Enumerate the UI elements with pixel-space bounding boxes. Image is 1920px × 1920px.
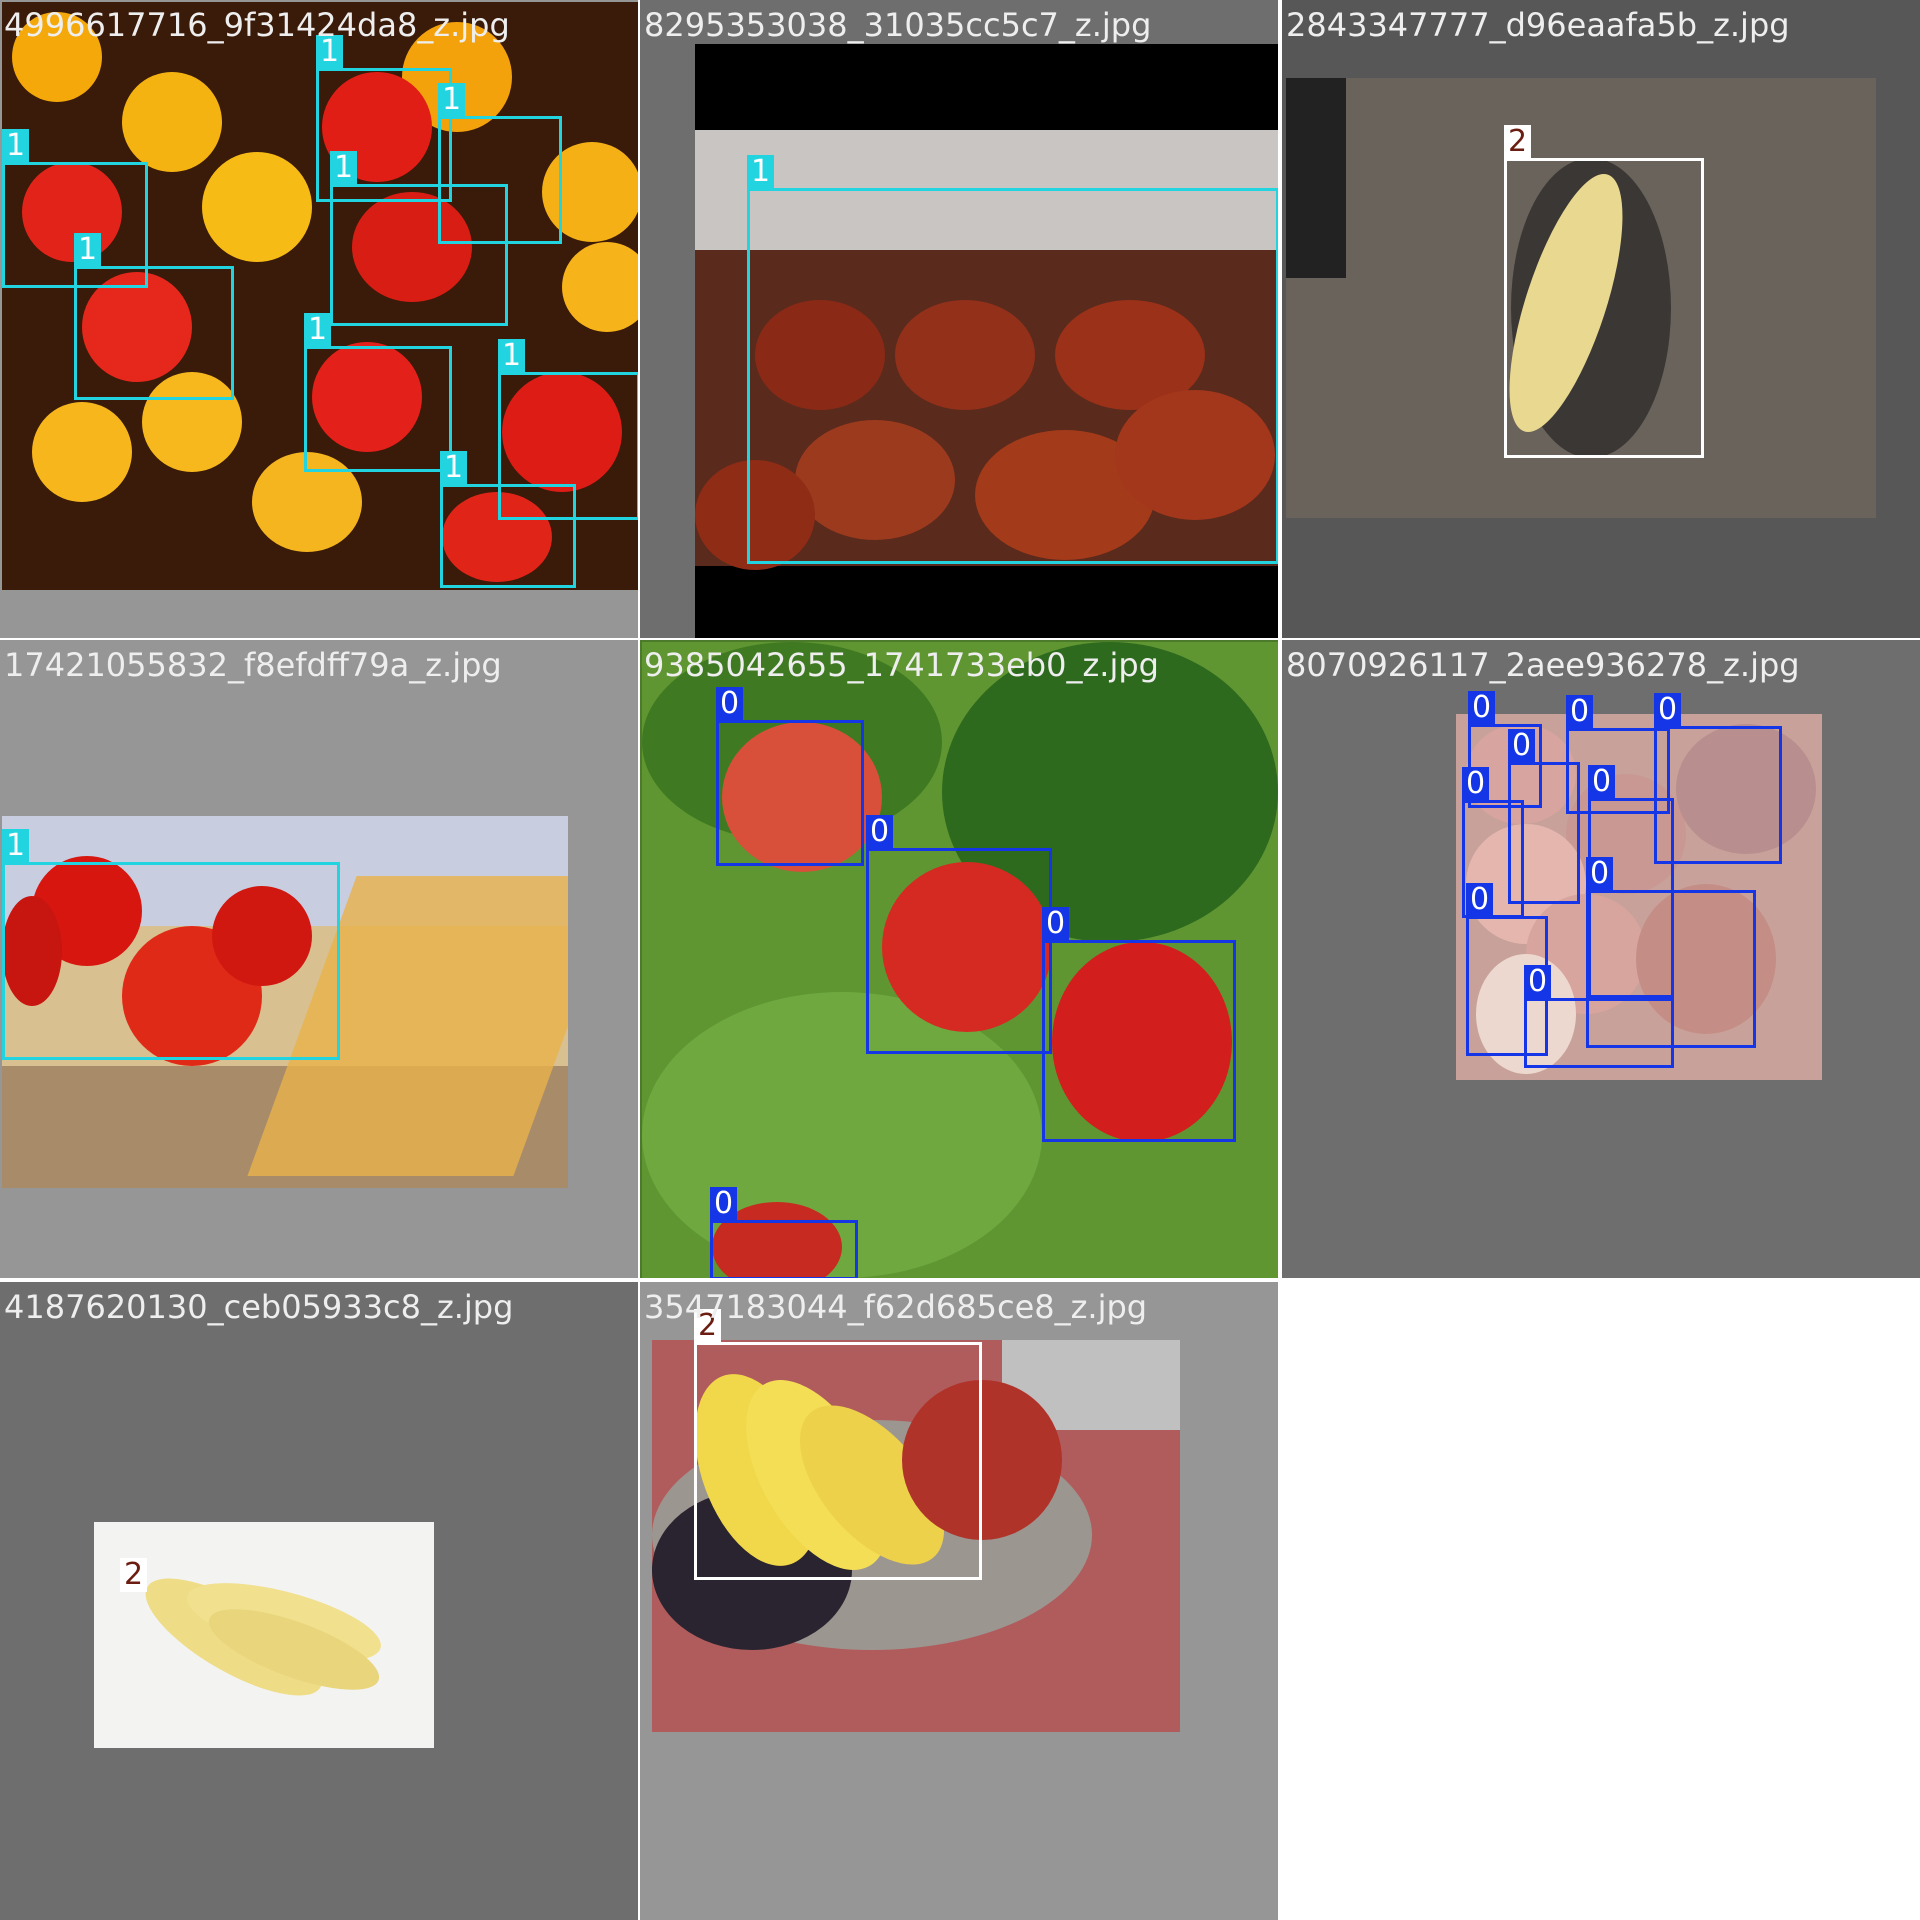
class-label: 2 bbox=[1504, 125, 1532, 159]
detection-box: 1 bbox=[440, 451, 576, 588]
class-label: 0 bbox=[1508, 729, 1536, 763]
class-label: 0 bbox=[716, 687, 744, 721]
class-label: 0 bbox=[866, 815, 894, 849]
detection-box: 0 bbox=[1588, 765, 1674, 998]
detection-box: 2 bbox=[694, 1309, 982, 1580]
image-filename: 17421055832_f8efdff79a_z.jpg bbox=[4, 646, 502, 684]
detection-box: 0 bbox=[1524, 965, 1674, 1068]
detection-box: 1 bbox=[74, 233, 234, 400]
class-label: 1 bbox=[74, 233, 102, 267]
image-cell-4: 1 17421055832_f8efdff79a_z.jpg bbox=[0, 640, 638, 1278]
class-label: 0 bbox=[1462, 767, 1490, 801]
class-label: 0 bbox=[1524, 965, 1552, 999]
class-label: 0 bbox=[1466, 883, 1494, 917]
class-label: 2 bbox=[120, 1558, 148, 1592]
class-label: 0 bbox=[1042, 907, 1070, 941]
detection-box: 1 bbox=[304, 313, 452, 472]
image-filename: 4187620130_ceb05933c8_z.jpg bbox=[4, 1288, 514, 1326]
image-filename: 9385042655_1741733eb0_z.jpg bbox=[644, 646, 1159, 684]
image-cell-6: 0 0 0 0 0 0 0 0 0 8070926117_2aee936278_… bbox=[1282, 640, 1920, 1278]
image-filename: 8295353038_31035cc5c7_z.jpg bbox=[644, 6, 1152, 44]
image-filename: 4996617716_9f31424da8_z.jpg bbox=[4, 6, 510, 44]
empty-cell bbox=[1282, 1282, 1920, 1920]
photo-banana-bunch-white bbox=[94, 1522, 434, 1748]
class-label: 1 bbox=[438, 83, 466, 117]
image-cell-5: 0 0 0 0 9385042655_1741733eb0_z.jpg bbox=[640, 640, 1278, 1278]
class-label: 0 bbox=[1588, 765, 1616, 799]
image-cell-2: 1 8295353038_31035cc5c7_z.jpg bbox=[640, 0, 1278, 638]
class-label: 0 bbox=[1654, 693, 1682, 727]
image-filename: 3547183044_f62d685ce8_z.jpg bbox=[644, 1288, 1148, 1326]
detection-box: 1 bbox=[2, 829, 340, 1060]
class-label: 1 bbox=[440, 451, 468, 485]
detection-box: 0 bbox=[716, 687, 864, 866]
class-label: 1 bbox=[2, 129, 30, 163]
class-label: 0 bbox=[1468, 691, 1496, 725]
detection-box: 0 bbox=[710, 1187, 858, 1278]
image-cell-3: 2 2843347777_d96eaafa5b_z.jpg bbox=[1282, 0, 1920, 638]
image-filename: 2843347777_d96eaafa5b_z.jpg bbox=[1286, 6, 1790, 44]
class-label: 1 bbox=[498, 339, 526, 373]
image-cell-1: 1 1 1 1 1 1 1 1 4996617716_9f31424da8_z.… bbox=[0, 0, 638, 638]
detection-box: 0 bbox=[866, 815, 1052, 1054]
detection-box: 0 bbox=[1042, 907, 1236, 1142]
class-label: 0 bbox=[710, 1187, 738, 1221]
image-filename: 8070926117_2aee936278_z.jpg bbox=[1286, 646, 1800, 684]
detection-box: 2 bbox=[1504, 125, 1704, 458]
mosaic-grid: 1 1 1 1 1 1 1 1 4996617716_9f31424da8_z.… bbox=[0, 0, 1920, 1920]
image-cell-7: 2 4187620130_ceb05933c8_z.jpg bbox=[0, 1282, 638, 1920]
class-label: 1 bbox=[2, 829, 30, 863]
class-label: 1 bbox=[747, 155, 775, 189]
image-cell-8: 2 3547183044_f62d685ce8_z.jpg bbox=[640, 1282, 1278, 1920]
detection-box: 1 bbox=[747, 155, 1278, 564]
class-label: 0 bbox=[1566, 695, 1594, 729]
class-label: 1 bbox=[304, 313, 332, 347]
detection-box: 1 bbox=[330, 151, 508, 326]
class-label: 1 bbox=[330, 151, 358, 185]
